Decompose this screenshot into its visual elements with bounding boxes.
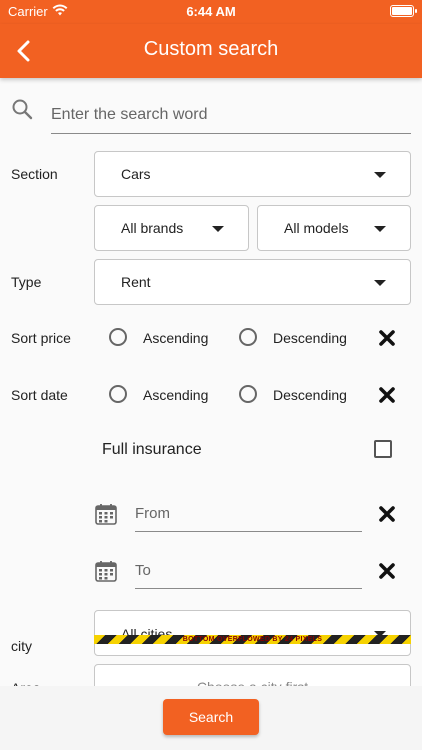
sort-date-descending-label: Descending — [273, 387, 347, 403]
clock: 6:44 AM — [186, 4, 236, 19]
overflow-warning-text: BOTTOM OVERFLOWED BY 24 PIXELS — [182, 636, 323, 643]
date-to-input[interactable] — [135, 553, 362, 589]
clear-date-to-icon[interactable] — [377, 561, 397, 581]
clear-sort-price-icon[interactable] — [377, 328, 397, 348]
chevron-down-icon — [212, 226, 224, 232]
calendar-icon[interactable] — [94, 559, 118, 583]
overflow-warning-strip: BOTTOM OVERFLOWED BY 24 PIXELS — [94, 635, 411, 644]
sort-date-ascending-label: Ascending — [143, 387, 209, 403]
date-from-input[interactable] — [135, 496, 362, 532]
sort-price-descending-radio[interactable] — [239, 328, 257, 346]
clear-date-from-icon[interactable] — [377, 504, 397, 524]
sort-date-label: Sort date — [11, 387, 68, 403]
type-label: Type — [11, 274, 42, 290]
section-label: Section — [11, 166, 58, 182]
sort-price-descending-label: Descending — [273, 330, 347, 346]
search-icon — [12, 99, 33, 120]
search-button[interactable]: Search — [163, 699, 259, 735]
chevron-down-icon — [374, 172, 386, 178]
chevron-down-icon — [374, 280, 386, 286]
brands-dropdown[interactable]: All brands — [94, 205, 249, 251]
status-bar: Carrier 6:44 AM — [0, 0, 422, 24]
battery-icon — [390, 5, 417, 17]
full-insurance-label: Full insurance — [102, 441, 202, 458]
sort-price-ascending-radio[interactable] — [109, 328, 127, 346]
chevron-down-icon — [374, 226, 386, 232]
app-bar: Custom search — [0, 24, 422, 78]
type-dropdown[interactable]: Rent — [94, 259, 411, 305]
sort-date-ascending-radio[interactable] — [109, 385, 127, 403]
brands-value: All brands — [121, 220, 184, 236]
calendar-icon[interactable] — [94, 502, 118, 526]
city-label: city — [11, 638, 32, 654]
search-row — [0, 88, 422, 136]
search-input[interactable] — [51, 96, 411, 134]
models-dropdown[interactable]: All models — [257, 205, 411, 251]
clear-sort-date-icon[interactable] — [377, 385, 397, 405]
full-insurance-checkbox[interactable] — [374, 440, 392, 458]
sort-price-label: Sort price — [11, 330, 71, 346]
section-dropdown[interactable]: Cars — [94, 151, 411, 197]
city-dropdown[interactable]: All cities — [94, 610, 411, 656]
type-value: Rent — [121, 274, 151, 290]
sort-price-ascending-label: Ascending — [143, 330, 209, 346]
sort-date-descending-radio[interactable] — [239, 385, 257, 403]
models-value: All models — [284, 220, 349, 236]
page-title: Custom search — [143, 38, 279, 60]
section-value: Cars — [121, 166, 151, 182]
